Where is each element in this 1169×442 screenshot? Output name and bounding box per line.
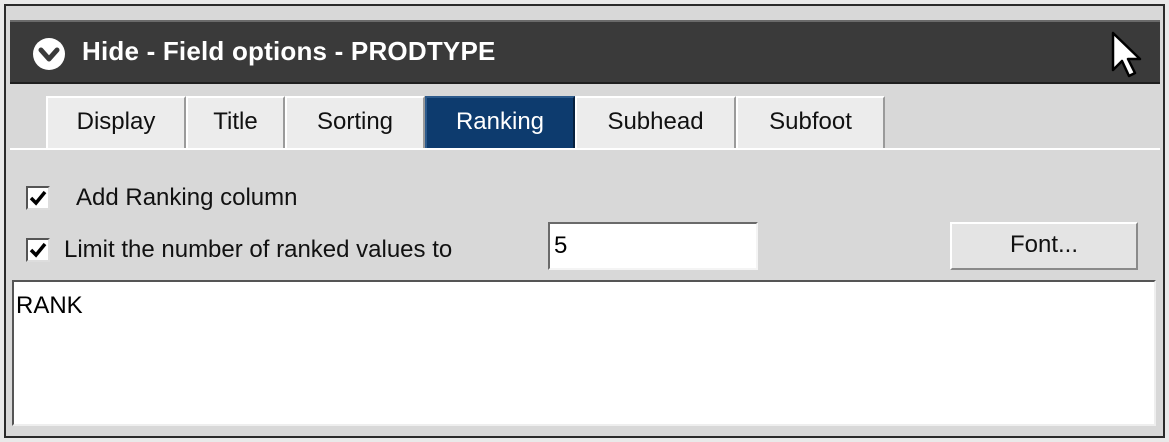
ranking-column-title-textarea[interactable]: RANK [12,280,1156,426]
tab-subfoot[interactable]: Subfoot [736,96,885,148]
checkmark-icon [29,190,47,206]
tab-strip: Display Title Sorting Ranking Subhead Su… [10,84,1160,148]
tab-subhead[interactable]: Subhead [575,96,736,148]
tab-ranking[interactable]: Ranking [425,96,575,148]
panel-title: Hide - Field options - PRODTYPE [82,36,496,66]
tab-title[interactable]: Title [186,96,285,148]
add-ranking-column-row: Add Ranking column [26,180,297,216]
checkmark-icon [29,242,47,258]
limit-ranked-values-label: Limit the number of ranked values to [64,236,453,263]
chevron-down-circle-icon[interactable] [33,38,65,70]
limit-ranked-values-checkbox[interactable] [26,238,50,262]
limit-ranked-values-row: Limit the number of ranked values to [26,232,452,268]
ranking-tab-content: Add Ranking column Limit the number of r… [10,148,1160,430]
tab-display[interactable]: Display [46,96,186,148]
tab-sorting[interactable]: Sorting [285,96,425,148]
ranked-values-limit-input[interactable] [548,222,758,270]
font-button[interactable]: Font... [950,222,1138,270]
add-ranking-column-checkbox[interactable] [26,186,50,210]
panel-title-bar[interactable]: Hide - Field options - PRODTYPE [10,20,1160,84]
mouse-pointer-icon [1107,30,1147,80]
add-ranking-column-label: Add Ranking column [76,184,298,211]
